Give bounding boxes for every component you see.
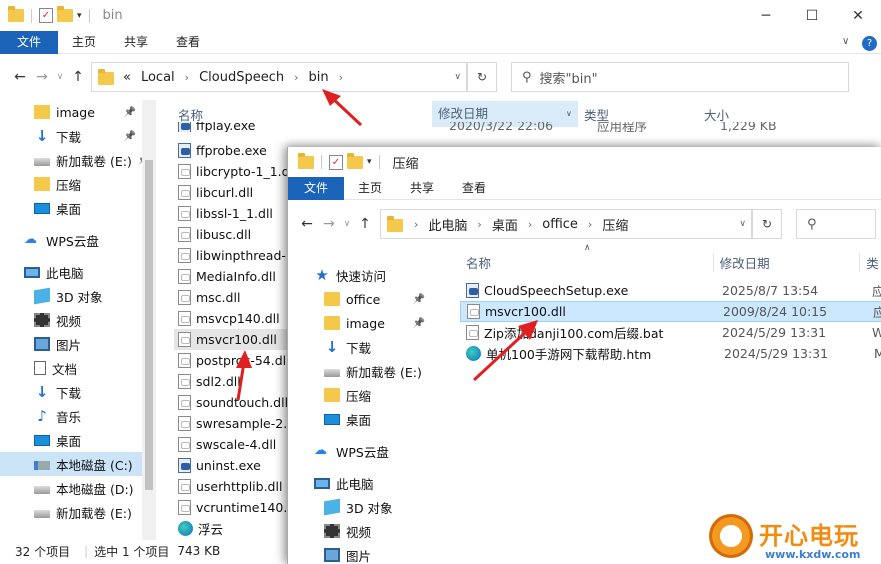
watermark-brand: 开心电玩 <box>759 522 859 550</box>
arrow-to-msvcr100-back <box>236 350 252 401</box>
watermark-url: www.kxdw.com <box>765 548 861 561</box>
annotation-arrows <box>236 89 538 401</box>
watermark-logo: 开心电玩 www.kxdw.com <box>703 512 881 564</box>
arrow-to-bin-breadcrumb <box>322 89 363 127</box>
arrow-to-msvcr100-front <box>472 320 538 382</box>
gamepad-icon <box>709 514 753 558</box>
